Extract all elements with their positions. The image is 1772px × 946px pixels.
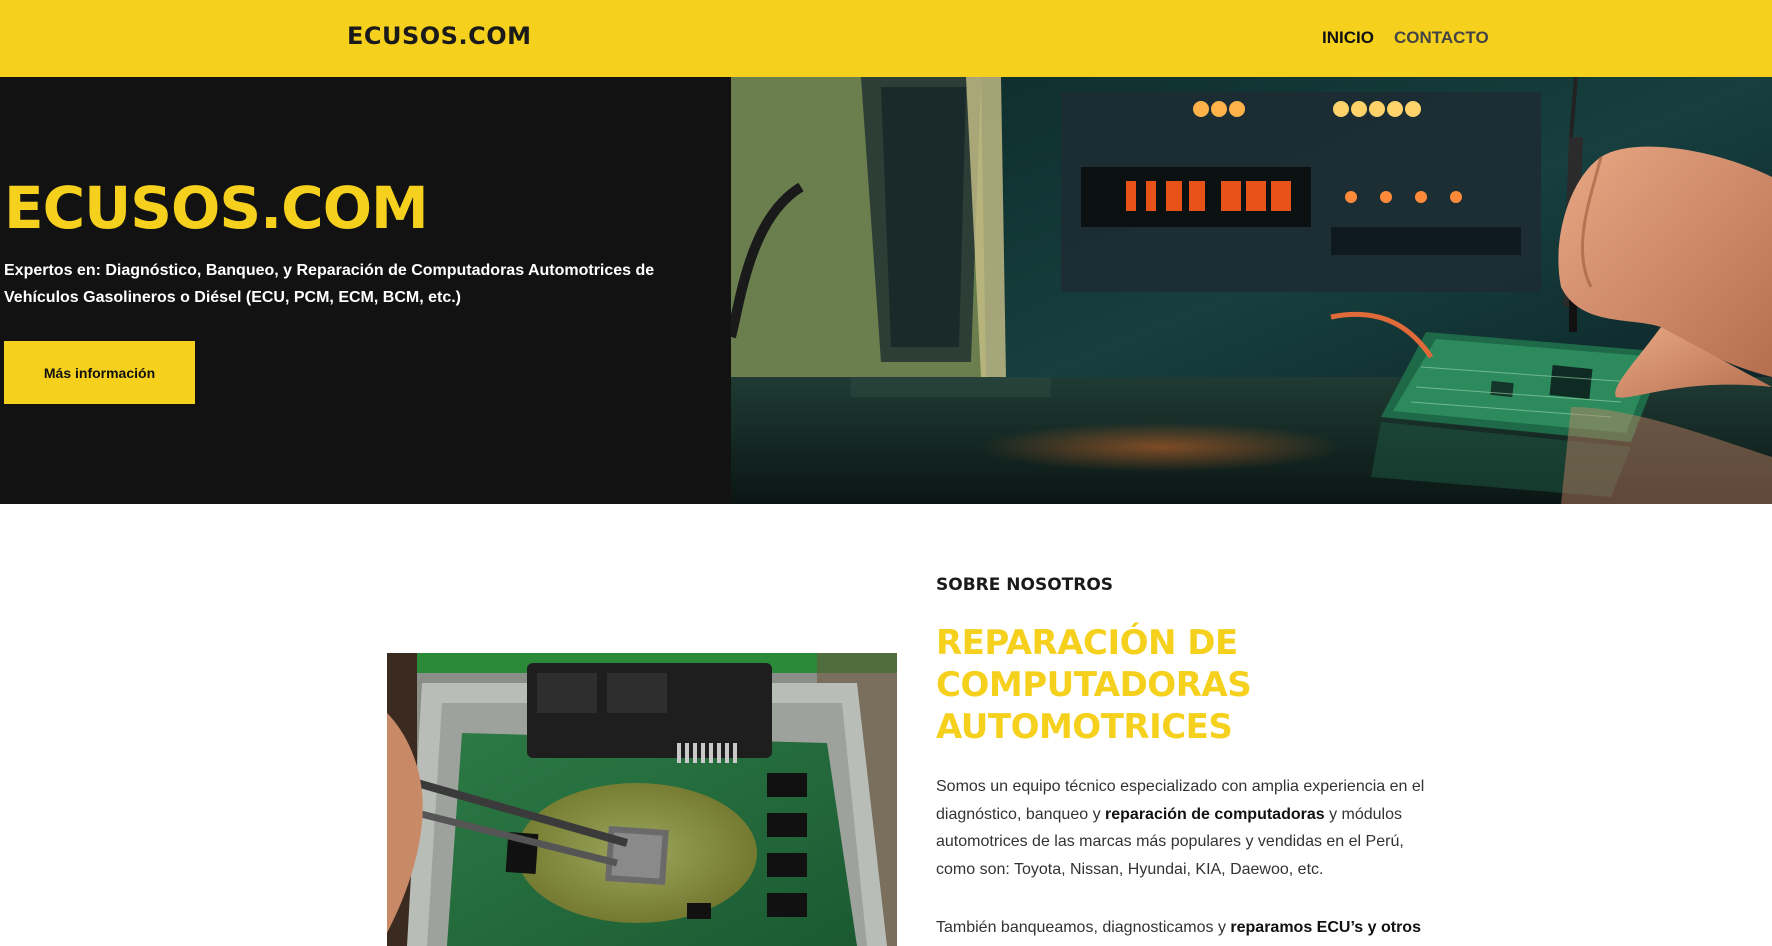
about-paragraph-2: También banqueamos, diagnosticamos y rep… <box>936 914 1436 942</box>
about-paragraph-1: Somos un equipo técnico especializado co… <box>936 773 1436 883</box>
hero-image-electronics-lab <box>731 77 1772 504</box>
site-logo[interactable]: ECUSOS.COM <box>347 22 531 50</box>
more-info-button[interactable]: Más información <box>4 341 195 404</box>
about-title: REPARACIÓN DE COMPUTADORAS AUTOMOTRICES <box>936 623 1252 747</box>
about-p2-text: También banqueamos, diagnosticamos y <box>936 919 1231 936</box>
about-image-art <box>387 653 897 946</box>
site-header: ECUSOS.COM INICIO CONTACTO <box>0 0 1772 77</box>
hero-panel: ECUSOS.COM Expertos en: Diagnóstico, Ban… <box>0 77 731 504</box>
hero-image-art <box>731 77 1772 504</box>
nav-inicio[interactable]: INICIO <box>1322 28 1374 48</box>
about-p2-bold: reparamos ECU’s y otros <box>1230 919 1421 936</box>
hero-title: ECUSOS.COM <box>4 174 429 242</box>
hero-subtitle: Expertos en: Diagnóstico, Banqueo, y Rep… <box>4 262 655 306</box>
about-kicker: SOBRE NOSOTROS <box>936 575 1114 595</box>
nav-contacto[interactable]: CONTACTO <box>1394 28 1489 48</box>
about-image-ecu-board <box>387 653 897 946</box>
about-p1-bold: reparación de computadoras <box>1105 805 1325 823</box>
main-nav: INICIO CONTACTO <box>1322 28 1489 48</box>
